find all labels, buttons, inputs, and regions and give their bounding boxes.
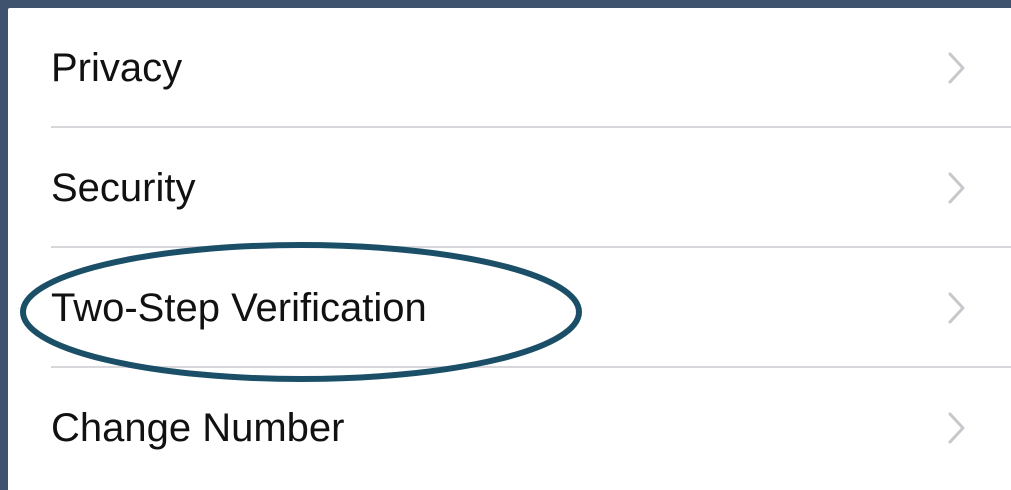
settings-item-security[interactable]: Security xyxy=(8,128,1011,248)
settings-item-privacy[interactable]: Privacy xyxy=(8,8,1011,128)
chevron-right-icon xyxy=(948,52,965,84)
settings-list: Privacy Security Two-Step Verification C… xyxy=(8,8,1011,490)
chevron-right-icon xyxy=(948,292,965,324)
chevron-right-icon xyxy=(948,412,965,444)
settings-item-label: Security xyxy=(51,166,196,210)
settings-item-label: Change Number xyxy=(51,406,345,450)
settings-item-label: Privacy xyxy=(51,46,183,90)
chevron-right-icon xyxy=(948,172,965,204)
settings-panel: Privacy Security Two-Step Verification C… xyxy=(8,8,1011,490)
settings-item-two-step-verification[interactable]: Two-Step Verification xyxy=(8,248,1011,368)
settings-item-change-number[interactable]: Change Number xyxy=(8,368,1011,488)
settings-item-label: Two-Step Verification xyxy=(51,286,427,330)
